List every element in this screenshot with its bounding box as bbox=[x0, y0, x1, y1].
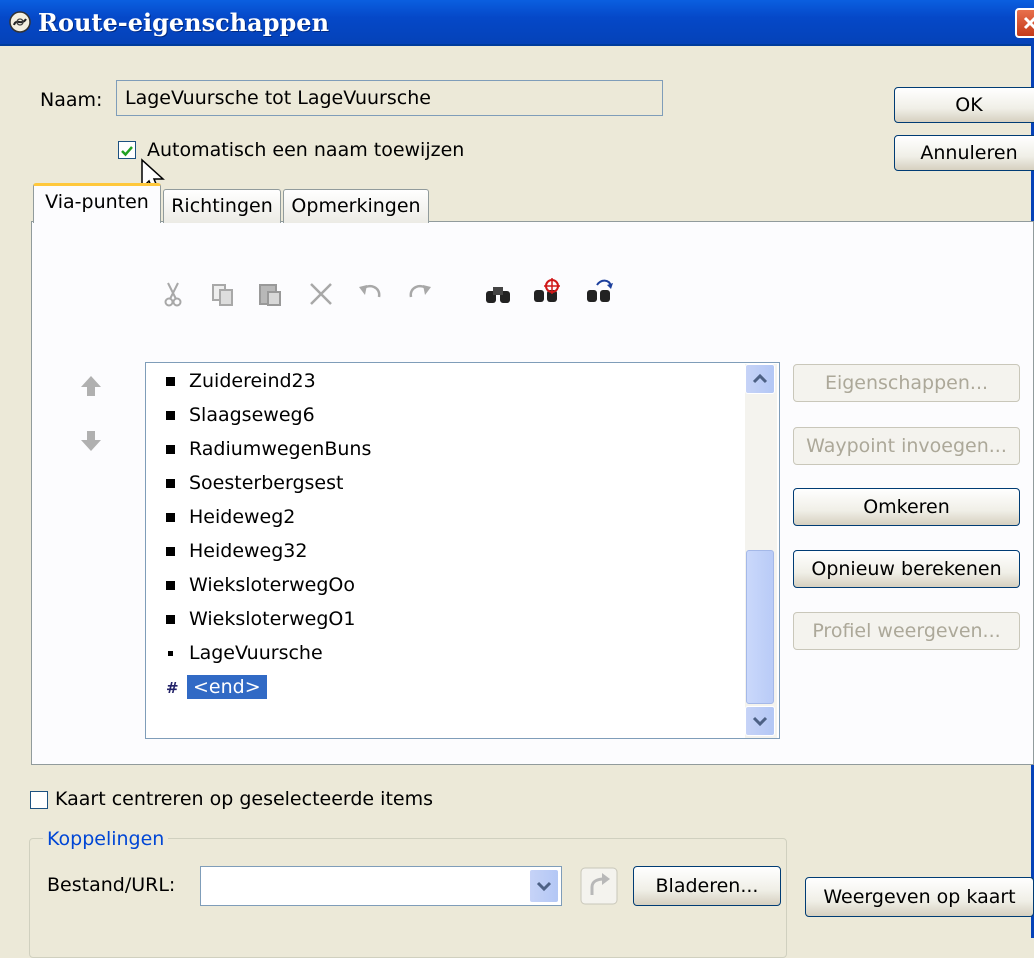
waypoint-label: Zuidereind23 bbox=[189, 370, 316, 392]
insert-waypoint-button[interactable]: Waypoint invoegen... bbox=[793, 427, 1020, 465]
waypoint-marker-icon bbox=[166, 547, 175, 556]
waypoint-label: RadiumwegenBuns bbox=[189, 438, 372, 460]
close-icon bbox=[1023, 16, 1034, 30]
close-button[interactable] bbox=[1015, 8, 1034, 38]
scroll-down-button[interactable] bbox=[745, 706, 775, 736]
links-group-label: Koppelingen bbox=[43, 828, 169, 850]
undo-icon[interactable] bbox=[355, 279, 385, 309]
center-map-label[interactable]: Kaart centreren op geselecteerde items bbox=[55, 788, 433, 810]
waypoint-list[interactable]: Zuidereind23 Slaagseweg6 RadiumwegenBuns… bbox=[145, 362, 780, 739]
waypoint-marker-icon bbox=[166, 513, 175, 522]
tab-via-punten[interactable]: Via-punten bbox=[33, 183, 161, 223]
move-up-icon[interactable] bbox=[78, 373, 104, 399]
name-field[interactable]: LageVuursche tot LageVuursche bbox=[116, 80, 663, 116]
list-item[interactable]: LageVuursche bbox=[166, 638, 323, 668]
center-map-checkbox[interactable] bbox=[30, 791, 48, 809]
profile-button[interactable]: Profiel weergeven... bbox=[793, 612, 1020, 650]
list-item[interactable]: Soesterbergsest bbox=[166, 468, 343, 498]
cut-icon[interactable] bbox=[158, 279, 188, 309]
list-item-selected[interactable]: # <end> bbox=[166, 672, 267, 702]
reverse-button[interactable]: Omkeren bbox=[793, 488, 1020, 526]
waypoint-marker-icon bbox=[166, 581, 175, 590]
name-label: Naam: bbox=[40, 89, 103, 111]
list-item[interactable]: Heideweg2 bbox=[166, 502, 295, 532]
waypoint-marker-icon bbox=[166, 377, 175, 386]
file-url-label: Bestand/URL: bbox=[47, 874, 176, 896]
copy-icon[interactable] bbox=[208, 279, 238, 309]
find-icon[interactable] bbox=[483, 279, 513, 309]
list-item[interactable]: Zuidereind23 bbox=[166, 366, 316, 396]
checkmark-icon bbox=[121, 146, 133, 157]
scroll-thumb[interactable] bbox=[746, 550, 774, 704]
open-link-icon[interactable] bbox=[580, 867, 618, 905]
list-item[interactable]: Heideweg32 bbox=[166, 536, 307, 566]
file-url-combo[interactable] bbox=[200, 866, 562, 906]
waypoint-label: WieksloterwegOo bbox=[189, 574, 355, 596]
waypoint-label: Heideweg2 bbox=[189, 506, 296, 528]
delete-icon[interactable] bbox=[306, 279, 336, 309]
waypoint-label: Slaagseweg6 bbox=[189, 404, 315, 426]
list-item[interactable]: Slaagseweg6 bbox=[166, 400, 315, 430]
title-bar: Route-eigenschappen bbox=[0, 0, 1034, 46]
waypoint-marker-icon bbox=[166, 445, 175, 454]
browse-button[interactable]: Bladeren... bbox=[633, 866, 781, 906]
redo-icon[interactable] bbox=[405, 279, 435, 309]
auto-name-checkbox[interactable] bbox=[118, 141, 136, 159]
list-scrollbar[interactable] bbox=[745, 364, 777, 738]
list-item[interactable]: WieksloterwegO1 bbox=[166, 604, 355, 634]
waypoint-marker-icon bbox=[166, 411, 175, 420]
waypoint-label: Heideweg32 bbox=[189, 540, 308, 562]
chevron-down-icon bbox=[752, 716, 768, 727]
paste-icon[interactable] bbox=[255, 279, 285, 309]
auto-name-label[interactable]: Automatisch een naam toewijzen bbox=[147, 139, 464, 161]
find-next-icon[interactable] bbox=[585, 277, 615, 307]
tab-opmerkingen[interactable]: Opmerkingen bbox=[283, 189, 429, 223]
tab-richtingen[interactable]: Richtingen bbox=[163, 189, 281, 223]
chevron-up-icon bbox=[752, 373, 768, 384]
window-title: Route-eigenschappen bbox=[38, 8, 330, 37]
show-on-map-button[interactable]: Weergeven op kaart bbox=[805, 877, 1034, 917]
combo-dropdown-button[interactable] bbox=[529, 869, 559, 903]
waypoint-marker-icon bbox=[166, 615, 175, 624]
properties-button[interactable]: Eigenschappen... bbox=[793, 364, 1020, 402]
move-down-icon[interactable] bbox=[78, 428, 104, 454]
waypoint-label: Soesterbergsest bbox=[189, 472, 344, 494]
list-item[interactable]: RadiumwegenBuns bbox=[166, 434, 371, 464]
end-marker-icon: # bbox=[166, 679, 179, 697]
waypoint-dot-icon bbox=[168, 651, 173, 656]
waypoint-label: LageVuursche bbox=[189, 642, 323, 664]
list-item[interactable]: WieksloterwegOo bbox=[166, 570, 355, 600]
ok-button[interactable]: OK bbox=[894, 87, 1034, 123]
waypoint-marker-icon bbox=[166, 479, 175, 488]
waypoint-label: WieksloterwegO1 bbox=[189, 608, 356, 630]
route-app-icon bbox=[9, 11, 31, 33]
cancel-button[interactable]: Annuleren bbox=[894, 135, 1034, 171]
scroll-up-button[interactable] bbox=[745, 364, 775, 394]
find-target-icon[interactable] bbox=[532, 277, 562, 307]
recalculate-button[interactable]: Opnieuw berekenen bbox=[793, 550, 1020, 588]
waypoint-label-selected: <end> bbox=[187, 675, 267, 699]
chevron-down-icon bbox=[536, 881, 552, 892]
